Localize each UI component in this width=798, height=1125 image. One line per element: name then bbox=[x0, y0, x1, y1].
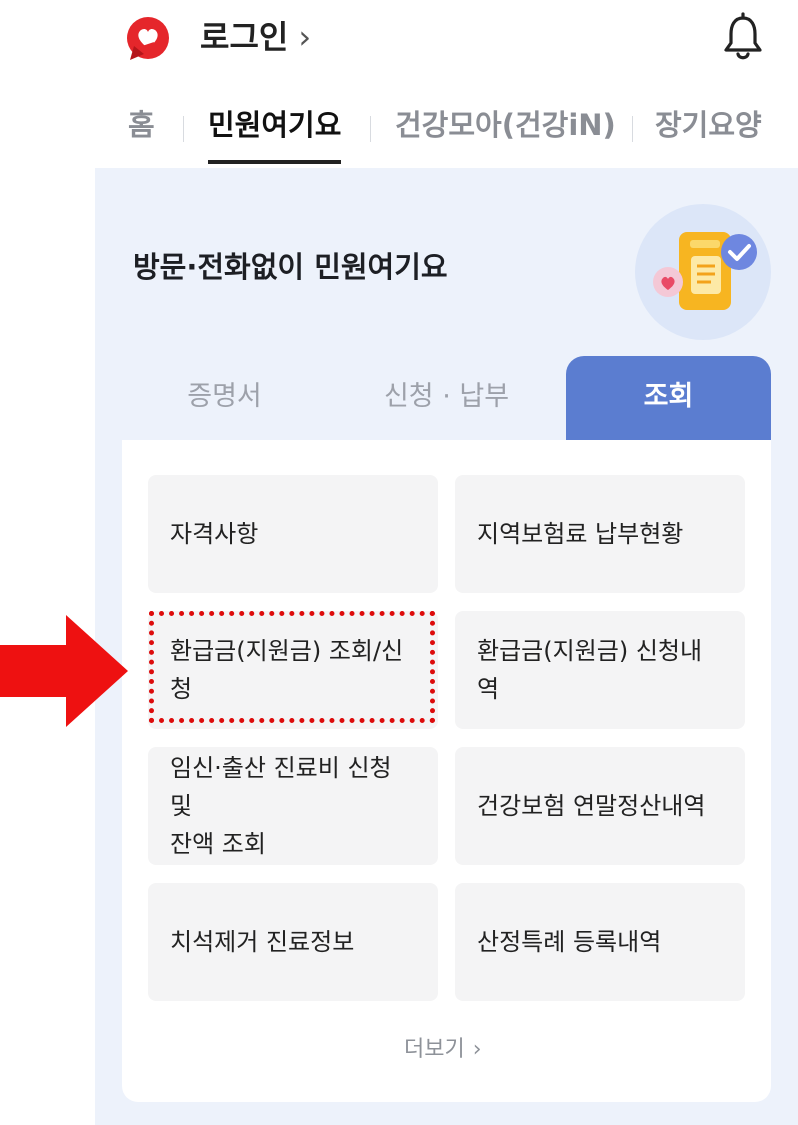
app-header: 로그인 › bbox=[0, 0, 798, 80]
tab-divider bbox=[183, 116, 184, 142]
panel-title: 방문·전화없이 민원여기요 bbox=[133, 250, 448, 284]
menu-item-label: 자격사항 bbox=[170, 520, 259, 548]
tab-home[interactable]: 홈 bbox=[128, 92, 155, 158]
menu-item-pregnancy-expense[interactable]: 임신·출산 진료비 신청 및 잔액 조회 bbox=[148, 747, 438, 865]
subtab-certificate[interactable]: 증명서 bbox=[122, 356, 327, 442]
menu-item-refund-history[interactable]: 환급금(지원금) 신청내역 bbox=[455, 611, 745, 729]
sub-tab-bar: 증명서 신청 · 납부 조회 bbox=[122, 356, 771, 442]
heart-logo-icon[interactable] bbox=[124, 16, 172, 62]
menu-item-label: 환급금(지원금) 신청내역 bbox=[477, 637, 703, 703]
red-arrow-right-icon bbox=[0, 615, 128, 727]
menu-item-scaling-info[interactable]: 치석제거 진료정보 bbox=[148, 883, 438, 1001]
login-label: 로그인 bbox=[200, 18, 289, 56]
tab-divider bbox=[632, 116, 633, 142]
bell-icon[interactable] bbox=[722, 12, 764, 62]
login-link[interactable]: 로그인 › bbox=[200, 12, 311, 62]
chevron-right-icon: › bbox=[472, 1037, 482, 1062]
subtab-inquiry[interactable]: 조회 bbox=[566, 356, 771, 442]
more-link[interactable]: 더보기 › bbox=[404, 1032, 482, 1068]
menu-item-label: 건강보험 연말정산내역 bbox=[477, 792, 706, 820]
tab-divider bbox=[370, 116, 371, 142]
menu-item-label: 치석제거 진료정보 bbox=[170, 928, 355, 956]
subtab-apply-pay[interactable]: 신청 · 납부 bbox=[344, 356, 549, 442]
tab-long-term-care[interactable]: 장기요양 bbox=[655, 92, 762, 158]
menu-item-eligibility[interactable]: 자격사항 bbox=[148, 475, 438, 593]
menu-item-regional-premium[interactable]: 지역보험료 납부현황 bbox=[455, 475, 745, 593]
main-tab-bar: 홈 민원여기요 건강모아(건강iN) 장기요양 bbox=[0, 92, 798, 172]
menu-item-label: 산정특례 등록내역 bbox=[477, 928, 662, 956]
chevron-right-icon: › bbox=[298, 18, 312, 56]
tab-civil-service[interactable]: 민원여기요 bbox=[208, 92, 342, 164]
tab-health-moa[interactable]: 건강모아(건강iN) bbox=[395, 92, 616, 158]
illustration-badge bbox=[635, 204, 771, 340]
menu-item-label: 지역보험료 납부현황 bbox=[477, 520, 684, 548]
more-label: 더보기 bbox=[404, 1037, 465, 1062]
menu-item-special-case[interactable]: 산정특례 등록내역 bbox=[455, 883, 745, 1001]
highlight-dotted-box bbox=[149, 611, 435, 723]
menu-item-year-end-settlement[interactable]: 건강보험 연말정산내역 bbox=[455, 747, 745, 865]
menu-item-label: 임신·출산 진료비 신청 및 잔액 조회 bbox=[170, 754, 392, 858]
phone-document-check-icon bbox=[653, 232, 757, 310]
